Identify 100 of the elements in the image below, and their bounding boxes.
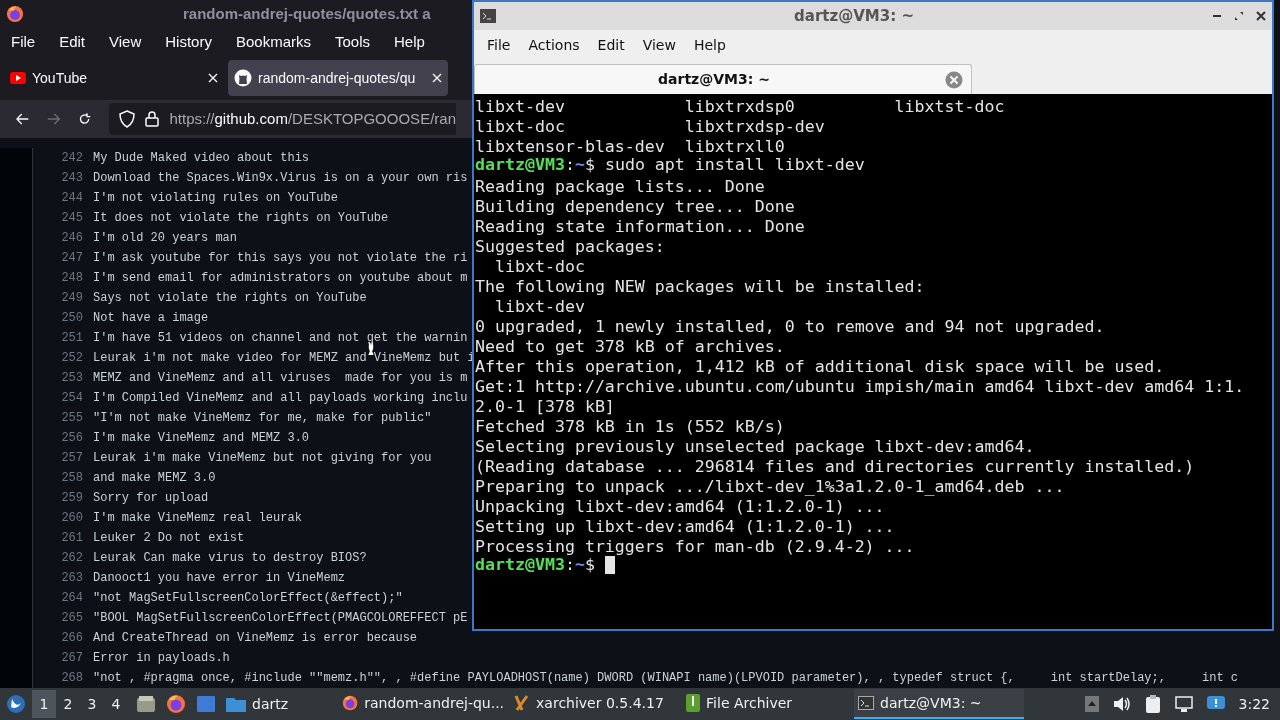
menu-item[interactable]: File <box>2 30 45 54</box>
terminal-line: Fetched 378 kB in 1s (552 kB/s) <box>475 416 785 435</box>
line-number: 266 <box>60 630 83 647</box>
archiver-icon <box>514 694 531 712</box>
code-line: Not have a image <box>93 310 209 327</box>
terminal-line: dartz@VM3:~$ <box>475 555 1272 575</box>
menu-item[interactable]: Tools <box>326 30 379 54</box>
line-number: 250 <box>60 310 83 327</box>
line-number: 244 <box>60 190 83 207</box>
firefox-icon <box>6 5 24 23</box>
workspace-button[interactable]: 1 <box>32 690 56 718</box>
terminal-line: Need to get 378 kB of archives. <box>475 336 785 355</box>
code-line: I'm make VineMemz real leurak <box>93 510 302 527</box>
code-line: I'm old 20 years man <box>93 230 238 247</box>
menu-item[interactable]: Actions <box>519 34 589 56</box>
code-line: Leurak Can make virus to destroy BIOS? <box>93 550 367 567</box>
play-icon <box>10 72 26 84</box>
terminal-line: Processing triggers for man-db (2.9.4-2) ... <box>475 536 915 555</box>
browser-tab[interactable]: YouTube <box>4 60 224 96</box>
terminal-line: Preparing to unpack .../libxt-dev_1%3a1.2.0-1_amd64.deb ... <box>475 476 1065 495</box>
workspace-button[interactable]: 3 <box>80 690 104 718</box>
code-line: Leuker 2 Do not exist <box>93 530 245 547</box>
window-title: dartz@VM3: ~ <box>793 5 915 27</box>
menu-item[interactable]: Edit <box>50 30 95 54</box>
code-line: I'm send email for administrators on youtube about m <box>93 270 468 287</box>
line-number: 247 <box>60 250 83 267</box>
terminal-tab[interactable]: dartz@VM3: ~ <box>474 64 972 94</box>
code-line: MEMZ and VineMemz and all viruses made for you is m <box>93 370 468 387</box>
code-line: Says not violate the rights on YouTube <box>93 290 367 307</box>
clipboard-icon[interactable] <box>1144 695 1161 713</box>
code-line: It does not violate the rights on YouTube <box>93 210 389 227</box>
line-number: 254 <box>60 390 83 407</box>
network-icon[interactable] <box>1174 696 1193 712</box>
line-number: 262 <box>60 550 83 567</box>
terminal-line: Reading state information... Done <box>475 216 805 235</box>
code-line: I'm Compiled VineMemz and all payloads working inclu <box>93 390 468 407</box>
forward-icon[interactable] <box>47 112 61 126</box>
code-line: Download the Spaces.Win9x.Virus is on a your own ris <box>93 170 468 187</box>
browser-tab[interactable]: random-andrej-quotes/qu <box>228 60 448 96</box>
taskbar-task[interactable]: xarchiver 0.5.4.17 <box>510 689 681 719</box>
volume-icon[interactable] <box>1112 696 1131 712</box>
taskbar-task[interactable]: dartz@VM3: ~ <box>854 689 1025 719</box>
terminal-line: dartz@VM3:~$ sudo apt install libxt-dev <box>475 155 866 175</box>
lock-icon <box>145 111 160 127</box>
folder-icon <box>226 696 246 712</box>
tab-title: YouTube <box>32 68 88 88</box>
code-line: I'm make VineMemz and MEMZ 3.0 <box>93 430 310 447</box>
terminal-line: (Reading database ... 296814 files and directories currently installed.) <box>475 456 1195 475</box>
close-icon[interactable] <box>1256 11 1266 21</box>
line-number: 251 <box>60 330 83 347</box>
terminal-line: libxt-dev libxtrxdsp0 libxtst-doc <box>475 96 1005 115</box>
folder-launcher[interactable]: dartz <box>226 693 289 715</box>
cat-logo-icon <box>234 69 252 87</box>
line-number: 264 <box>60 590 83 607</box>
terminal-line: Setting up libxt-dev:amd64 (1:1.2.0-1) ... <box>475 516 895 535</box>
code-line: and make MEMZ 3.0 <box>93 470 216 487</box>
reload-icon[interactable] <box>78 111 92 127</box>
code-line: Error in payloads.h <box>93 650 230 667</box>
terminal-icon <box>480 9 496 23</box>
code-line: My Dude Maked video about this <box>93 150 310 167</box>
line-number: 248 <box>60 270 83 287</box>
menu-item[interactable]: Edit <box>588 34 634 56</box>
line-number: 245 <box>60 210 83 227</box>
menu-item[interactable]: Help <box>684 34 735 56</box>
menu-item[interactable]: View <box>100 30 151 54</box>
maximize-icon[interactable] <box>1234 11 1244 21</box>
notification-icon[interactable] <box>1206 696 1225 712</box>
start-menu-icon[interactable] <box>6 694 26 714</box>
file-manager-icon[interactable] <box>136 695 156 713</box>
terminal-icon <box>858 696 875 710</box>
taskbar-task[interactable]: random-andrej-qu... <box>338 689 509 719</box>
address-bar[interactable]: https://github.com/DESKTOPGOOOSE/ran <box>109 103 456 135</box>
menu-item[interactable]: File <box>478 34 520 56</box>
back-icon[interactable] <box>16 112 30 126</box>
line-number: 257 <box>60 450 83 467</box>
menu-item[interactable]: Help <box>385 30 434 54</box>
code-line: I'm have 51 videos on channel and not get the warnin <box>93 330 468 347</box>
line-number: 256 <box>60 430 83 447</box>
terminal-line: Get:1 http://archive.ubuntu.com/ubuntu impish/main amd64 libxt-dev amd64 1:1. <box>475 376 1245 395</box>
terminal-line: libxt-doc <box>493 256 585 275</box>
code-line: Leurak i'm make VineMemz but not giving for you <box>93 450 432 467</box>
code-line: And CreateThread on VineMemz is error because <box>93 630 418 647</box>
code-line: Sorry for upload <box>93 490 209 507</box>
line-number: 268 <box>60 670 83 687</box>
line-number: 252 <box>60 350 83 367</box>
taskbar-task[interactable]: File Archiver <box>682 689 853 719</box>
line-number: 260 <box>60 510 83 527</box>
workspace-button[interactable]: 4 <box>104 690 128 718</box>
window-icon[interactable] <box>196 695 216 713</box>
menu-item[interactable]: History <box>156 30 221 54</box>
menu-item[interactable]: View <box>633 34 685 56</box>
code-line: "BOOL MagSetFullscreenColorEffect(PMAGCOLOREFFECT pE <box>93 610 468 627</box>
terminal-line: libxt-dev <box>493 296 585 315</box>
line-number: 263 <box>60 570 83 587</box>
window-title: random-andrej-quotes/quotes.txt a <box>183 3 431 24</box>
menu-item[interactable]: Bookmarks <box>226 30 320 54</box>
workspace-button[interactable]: 2 <box>56 690 80 718</box>
terminal-line: Unpacking libxt-dev:amd64 (1:1.2.0-1) ... <box>475 496 885 515</box>
line-number: 249 <box>60 290 83 307</box>
terminal-line: Suggested packages: <box>475 236 665 255</box>
